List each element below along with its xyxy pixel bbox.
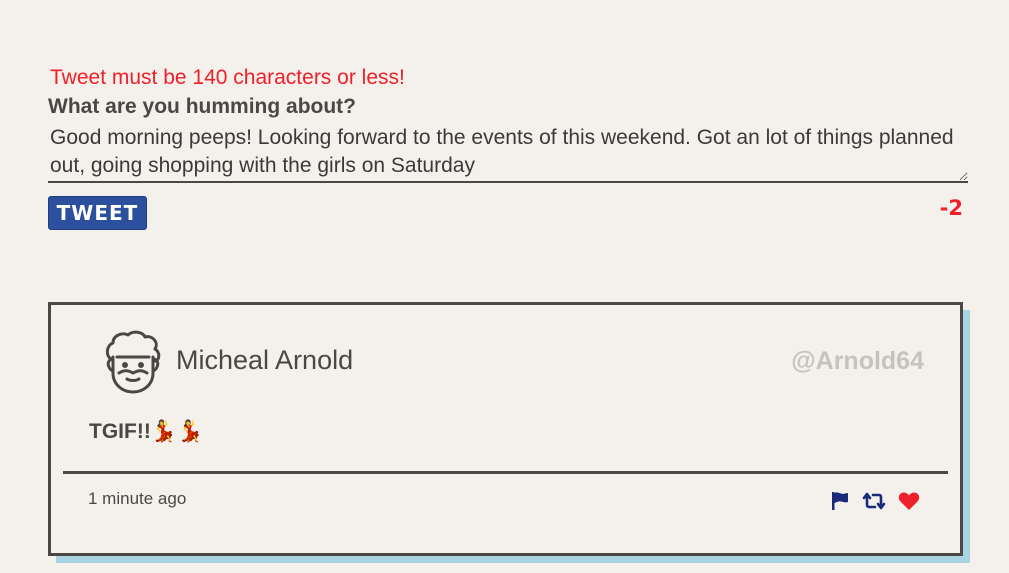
bearded-face-icon xyxy=(101,329,165,395)
page: Tweet must be 140 characters or less! Wh… xyxy=(0,0,1009,573)
tweet-divider xyxy=(63,471,948,474)
compose-label: What are you humming about? xyxy=(48,95,356,118)
user-handle: @Arnold64 xyxy=(791,347,924,375)
tweet-button[interactable]: TWEET xyxy=(48,196,147,230)
tweet-compose-textarea[interactable]: Good morning peeps! Looking forward to t… xyxy=(48,122,968,183)
retweet-icon[interactable] xyxy=(862,492,886,510)
flag-icon[interactable] xyxy=(830,491,850,511)
tweet-text: TGIF!!💃💃 xyxy=(89,420,204,443)
tweet-length-error: Tweet must be 140 characters or less! xyxy=(50,66,405,89)
tweet-actions xyxy=(830,491,920,511)
user-display-name: Micheal Arnold xyxy=(176,345,354,375)
tweet-timestamp: 1 minute ago xyxy=(88,489,187,508)
tweet-card: Micheal Arnold @Arnold64 TGIF!!💃💃 1 minu… xyxy=(48,302,963,556)
character-counter: -2 xyxy=(939,196,963,220)
heart-icon[interactable] xyxy=(898,491,920,511)
